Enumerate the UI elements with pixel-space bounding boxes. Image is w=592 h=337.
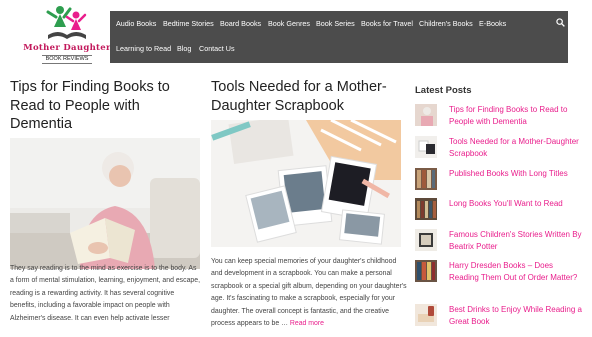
post-title-scrapbook[interactable]: Tools Needed for a Mother-Daughter Scrap…: [211, 78, 401, 115]
read-more-link[interactable]: Read more: [290, 320, 324, 327]
post-thumbnail[interactable]: [415, 104, 437, 126]
main-nav: Audio Books Bedtime Stories Board Books …: [110, 11, 568, 63]
nav-item-board-books[interactable]: Board Books: [220, 19, 261, 28]
search-icon[interactable]: [556, 18, 565, 27]
nav-item-blog[interactable]: Blog: [177, 44, 191, 53]
nav-item-contact-us[interactable]: Contact Us: [199, 44, 235, 53]
post-image-dementia[interactable]: [10, 138, 200, 269]
post-title-dementia[interactable]: Tips for Finding Books to Read to People…: [10, 78, 200, 134]
post-thumbnail[interactable]: [415, 229, 437, 251]
logo-title: Mother Daughter: [23, 43, 111, 53]
polaroid-photos-image: [211, 120, 401, 247]
latest-posts-heading: Latest Posts: [415, 85, 472, 96]
post-thumbnail[interactable]: [415, 168, 437, 190]
nav-item-book-genres[interactable]: Book Genres: [268, 19, 310, 28]
nav-item-e-books[interactable]: E-Books: [479, 19, 506, 28]
latest-post-link[interactable]: Long Books You'll Want to Read: [449, 198, 585, 210]
post-excerpt-scrapbook: You can keep special memories of your da…: [211, 256, 407, 336]
latest-post-link[interactable]: Tips for Finding Books to Read to People…: [449, 104, 585, 129]
nav-item-books-for-travel[interactable]: Books for Travel: [361, 19, 413, 28]
post-thumbnail[interactable]: [415, 198, 437, 220]
post-image-scrapbook[interactable]: [211, 120, 401, 247]
mother-daughter-logo-icon: [46, 6, 87, 39]
post-thumbnail[interactable]: [415, 260, 437, 282]
post-thumbnail[interactable]: [415, 136, 437, 158]
latest-post-link[interactable]: Published Books With Long Titles: [449, 168, 585, 180]
nav-item-audio-books[interactable]: Audio Books: [116, 19, 156, 28]
latest-post-link[interactable]: Best Drinks to Enjoy While Reading a Gre…: [449, 304, 585, 329]
post-excerpt-text: You can keep special memories of your da…: [211, 258, 407, 328]
elderly-woman-reading-image: [10, 138, 200, 269]
post-thumbnail[interactable]: [415, 304, 437, 326]
latest-post-link[interactable]: Famous Children's Stories Written By Bea…: [449, 229, 585, 254]
nav-item-book-series[interactable]: Book Series: [316, 19, 355, 28]
nav-item-learning-to-read[interactable]: Learning to Read: [116, 44, 171, 53]
post-excerpt-dementia: They say reading is to the mind as exerc…: [10, 265, 200, 322]
site-logo[interactable]: Mother Daughter BOOK REVIEWS: [20, 5, 114, 65]
logo-subtitle: BOOK REVIEWS: [42, 55, 92, 64]
nav-item-childrens-books[interactable]: Children's Books: [419, 19, 473, 28]
latest-post-link[interactable]: Tools Needed for a Mother-Daughter Scrap…: [449, 136, 585, 161]
nav-item-bedtime-stories[interactable]: Bedtime Stories: [163, 19, 214, 28]
latest-post-link[interactable]: Harry Dresden Books – Does Reading Them …: [449, 260, 585, 285]
